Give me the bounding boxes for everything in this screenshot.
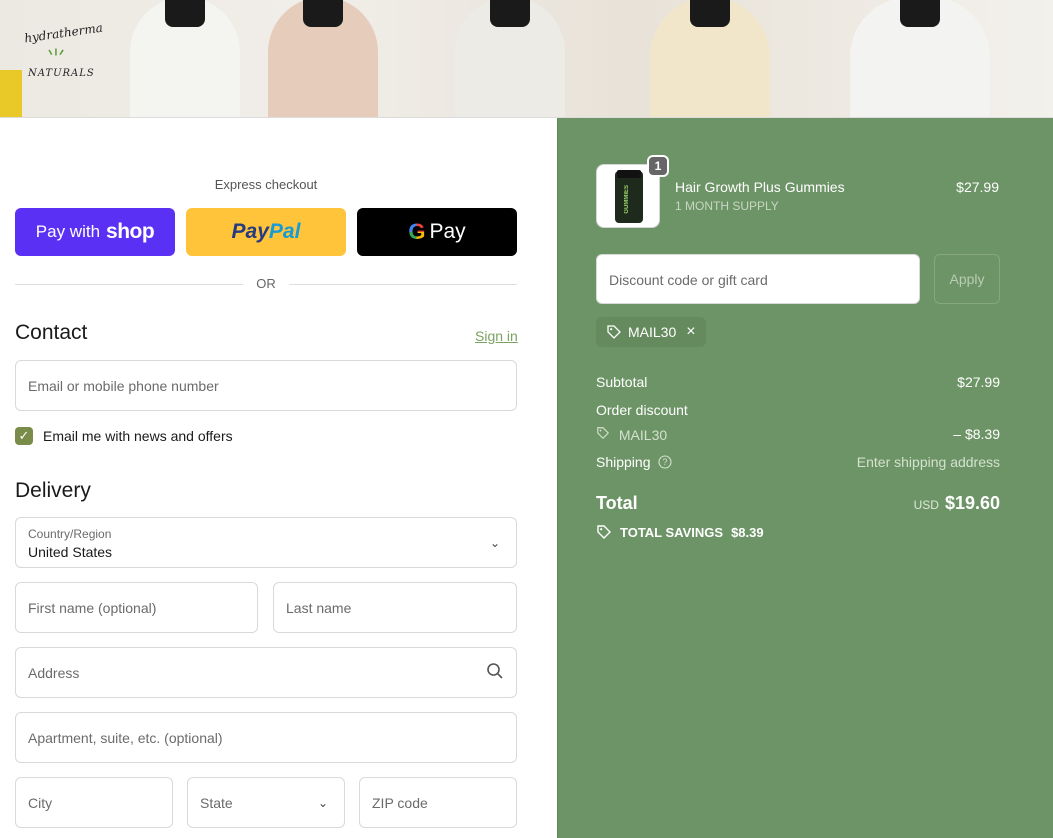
google-pay-button[interactable]: G Pay <box>357 208 517 256</box>
product-variant: 1 MONTH SUPPLY <box>675 199 779 213</box>
banner-bottle <box>268 0 378 117</box>
order-discount-label: Order discount <box>596 402 688 418</box>
checkout-form: Express checkout Pay with shop Pay Pal G Pa… <box>0 118 557 838</box>
shop-pay-button[interactable]: Pay with shop <box>15 208 175 256</box>
paypal-logo-a: Pay <box>231 220 269 243</box>
banner-bottle <box>130 0 240 117</box>
discount-amount: – $8.39 <box>953 426 1000 442</box>
grass-icon: ⺌ <box>46 48 66 70</box>
tag-icon <box>596 524 612 540</box>
product-jar-image: GUMMIES <box>615 170 643 223</box>
shipping-row: Shipping ? Enter shipping address <box>596 454 1000 470</box>
search-icon[interactable] <box>486 662 504 685</box>
discount-code-row: MAIL30 – $8.39 <box>596 426 1000 443</box>
total-value: $19.60 <box>944 493 1000 513</box>
discount-chip-code: MAIL30 <box>628 324 677 340</box>
total-row: Total USD $19.60 <box>596 493 1000 514</box>
last-name-field[interactable]: Last name <box>273 582 517 633</box>
tag-icon <box>606 324 622 340</box>
applied-discount-chip: MAIL30 × <box>596 317 706 347</box>
city-placeholder: City <box>28 795 53 811</box>
country-select[interactable]: Country/Region United States ⌄ <box>15 517 517 568</box>
subtotal-row: Subtotal $27.99 <box>596 374 1000 390</box>
google-pay-label: Pay <box>429 220 466 243</box>
country-label: Country/Region <box>28 527 112 541</box>
banner-bottle <box>850 0 990 117</box>
shipping-value: Enter shipping address <box>856 454 1000 470</box>
address-field[interactable]: Address <box>15 647 517 698</box>
apartment-placeholder: Apartment, suite, etc. (optional) <box>28 730 223 746</box>
contact-heading: Contact <box>15 321 88 344</box>
express-checkout-label: Express checkout <box>214 177 318 192</box>
shop-pay-brand: shop <box>106 220 155 243</box>
paypal-logo-b: Pal <box>268 220 301 243</box>
discount-placeholder: Discount code or gift card <box>609 272 768 288</box>
chevron-down-icon: ⌄ <box>489 536 500 550</box>
currency-code: USD <box>913 498 939 512</box>
chevron-down-icon: ⌄ <box>317 796 328 810</box>
newsletter-option[interactable]: ✓ Email me with news and offers <box>15 426 233 446</box>
or-divider: OR <box>15 276 517 292</box>
city-field[interactable]: City <box>15 777 173 828</box>
banner-bottle <box>650 0 770 117</box>
total-label: Total <box>596 493 638 513</box>
newsletter-checkbox[interactable]: ✓ <box>15 427 33 445</box>
address-placeholder: Address <box>28 665 80 681</box>
or-text: OR <box>256 276 276 291</box>
email-placeholder: Email or mobile phone number <box>28 378 219 394</box>
close-icon[interactable]: × <box>686 323 695 341</box>
email-field[interactable]: Email or mobile phone number <box>15 360 517 411</box>
paypal-button[interactable]: Pay Pal <box>186 208 346 256</box>
sign-in-link[interactable]: Sign in <box>475 328 518 344</box>
state-select[interactable]: State ⌄ <box>187 777 345 828</box>
delivery-heading: Delivery <box>15 479 91 502</box>
product-thumbnail: GUMMIES 1 <box>596 155 669 228</box>
product-price: $27.99 <box>956 179 999 195</box>
zip-field[interactable]: ZIP code <box>359 777 517 828</box>
total-amount: USD $19.60 <box>914 493 1000 514</box>
newsletter-label: Email me with news and offers <box>43 428 233 444</box>
svg-text:?: ? <box>663 457 668 467</box>
discount-code-label: MAIL30 <box>618 427 668 443</box>
jar-label: GUMMIES <box>624 185 630 214</box>
subtotal-value: $27.99 <box>957 374 1000 390</box>
apply-button[interactable]: Apply <box>934 254 1000 304</box>
apartment-field[interactable]: Apartment, suite, etc. (optional) <box>15 712 517 763</box>
shop-pay-prefix: Pay with <box>35 222 101 241</box>
header-banner: hydratherma ⺌ NATURALS <box>0 0 1053 118</box>
savings-label: TOTAL SAVINGS <box>620 524 724 540</box>
brand-logo[interactable]: hydratherma ⺌ NATURALS <box>18 20 103 92</box>
last-name-placeholder: Last name <box>286 600 352 616</box>
state-placeholder: State <box>200 795 233 811</box>
banner-bottle <box>455 0 565 117</box>
subtotal-label: Subtotal <box>596 374 648 390</box>
quantity-badge: 1 <box>647 155 669 177</box>
discount-code-input[interactable]: Discount code or gift card <box>596 254 920 304</box>
first-name-placeholder: First name (optional) <box>28 600 157 616</box>
tag-icon <box>596 426 610 440</box>
shipping-label: Shipping <box>596 454 651 470</box>
savings-value: $8.39 <box>731 524 764 540</box>
zip-placeholder: ZIP code <box>372 795 428 811</box>
google-g-icon: G <box>408 219 426 244</box>
first-name-field[interactable]: First name (optional) <box>15 582 258 633</box>
total-savings: TOTAL SAVINGS $8.39 <box>596 524 764 540</box>
order-summary: GUMMIES 1 Hair Growth Plus Gummies 1 MON… <box>557 118 1053 838</box>
country-value: United States <box>28 544 113 560</box>
logo-text: NATURALS <box>28 68 95 79</box>
product-name: Hair Growth Plus Gummies <box>675 179 845 195</box>
help-icon[interactable]: ? <box>658 455 672 469</box>
order-discount-row: Order discount <box>596 402 1000 418</box>
